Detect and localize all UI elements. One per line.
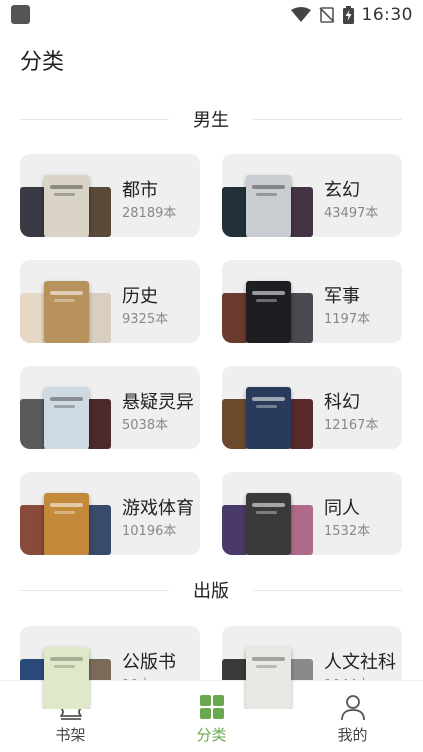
book-cover [222,187,248,237]
nav-label: 书架 [55,726,86,744]
book-covers [222,260,322,343]
status-bar: 16:30 [0,0,423,30]
category-name: 游戏体育 [122,498,194,519]
book-cover [222,293,248,343]
book-cover [246,493,291,555]
book-covers [20,260,120,343]
book-cover [289,505,313,555]
category-count: 5038本 [122,418,169,433]
category-card-xuanyi[interactable]: 悬疑灵异 5038本 [20,366,200,449]
book-cover [289,399,313,449]
book-cover [20,505,46,555]
category-grid-male: 都市 28189本 玄幻 43497本 历史 9325本 军事 1197本 悬疑… [20,154,402,555]
nav-item-profile[interactable]: 我的 [282,681,423,752]
category-card-youxi[interactable]: 游戏体育 10196本 [20,472,200,555]
book-cover [222,399,248,449]
category-card-junshi[interactable]: 军事 1197本 [222,260,402,343]
book-covers [20,366,120,449]
category-count: 1197本 [324,312,371,327]
book-covers [222,154,322,237]
page-title: 分类 [20,50,65,75]
book-cover [87,187,111,237]
status-icons: 16:30 [290,3,414,27]
book-cover [44,175,89,237]
book-cover [20,187,46,237]
divider-line [20,118,169,120]
book-covers [20,154,120,237]
book-cover [289,293,313,343]
section-title: 男生 [193,110,229,131]
book-covers [222,366,322,449]
divider-line [253,118,402,120]
book-covers [20,472,120,555]
app-notification-icon [11,5,30,24]
book-cover [44,493,89,555]
book-covers [222,472,322,555]
book-cover [289,187,313,237]
book-cover [20,399,46,449]
book-cover [246,281,291,343]
book-cover [44,387,89,449]
book-cover [246,175,291,237]
section-header-publish: 出版 [20,578,402,602]
profile-icon [340,695,365,721]
category-grid-icon [199,695,224,719]
section-title: 出版 [193,581,229,602]
category-count: 28189本 [122,206,177,221]
book-cover [44,281,89,343]
category-name: 悬疑灵异 [122,392,194,413]
book-cover [246,647,291,709]
category-name: 历史 [122,286,158,307]
category-name: 玄幻 [324,180,360,201]
book-cover [87,505,111,555]
category-name: 公版书 [122,652,176,673]
wifi-icon [290,7,311,22]
nav-label: 分类 [196,726,227,744]
book-cover [20,293,46,343]
category-count: 12167本 [324,418,379,433]
category-card-xuanhuan[interactable]: 玄幻 43497本 [222,154,402,237]
book-cover [87,293,111,343]
nav-label: 我的 [337,726,368,744]
status-time: 16:30 [361,5,413,25]
category-count: 9325本 [122,312,169,327]
category-count: 10196本 [122,524,177,539]
category-name: 人文社科 [324,652,396,673]
battery-charging-icon [342,6,354,24]
category-name: 军事 [324,286,360,307]
category-name: 科幻 [324,392,360,413]
category-card-tongren[interactable]: 同人 1532本 [222,472,402,555]
category-count: 1532本 [324,524,371,539]
book-cover [87,399,111,449]
category-name: 都市 [122,180,158,201]
divider-line [20,589,169,591]
category-card-dushi[interactable]: 都市 28189本 [20,154,200,237]
divider-line [253,589,402,591]
category-card-lishi[interactable]: 历史 9325本 [20,260,200,343]
book-cover [246,387,291,449]
book-cover [222,505,248,555]
category-name: 同人 [324,498,360,519]
category-count: 43497本 [324,206,379,221]
book-cover [44,647,89,709]
category-card-kehuan[interactable]: 科幻 12167本 [222,366,402,449]
section-header-male: 男生 [20,107,402,131]
no-signal-icon [318,7,335,23]
